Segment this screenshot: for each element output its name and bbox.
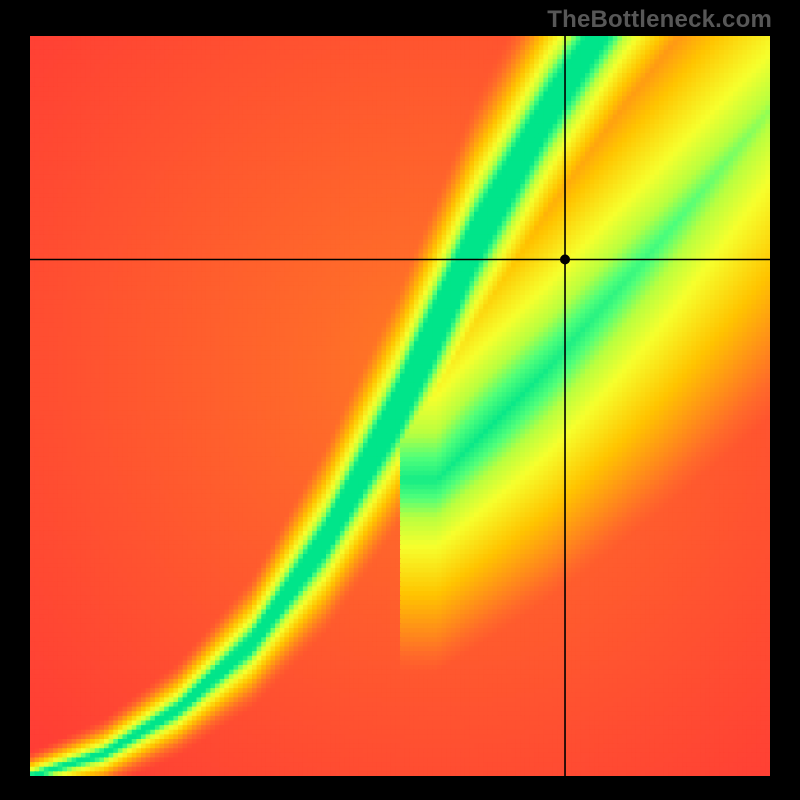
watermark-text: TheBottleneck.com: [547, 6, 772, 34]
chart-frame: TheBottleneck.com: [0, 0, 800, 800]
heatmap-plot: [30, 36, 770, 776]
heatmap-canvas: [30, 36, 770, 776]
